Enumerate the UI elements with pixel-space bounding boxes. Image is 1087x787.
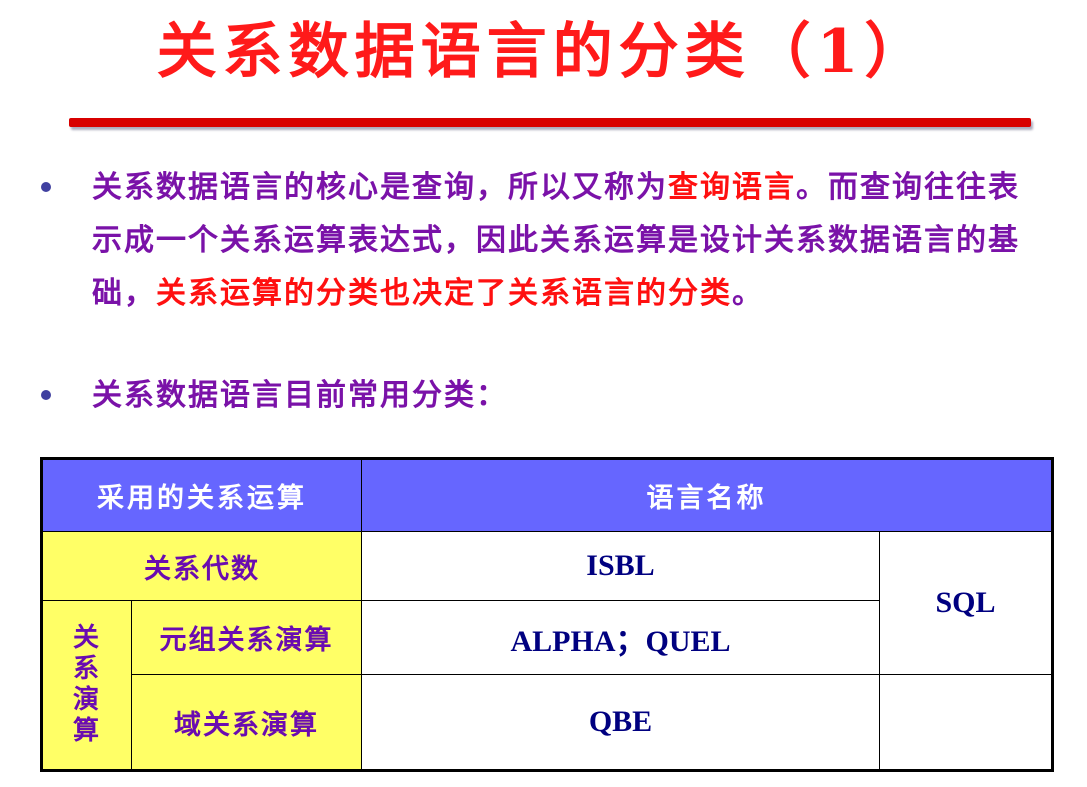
empty-cell	[879, 674, 1053, 771]
table-row: 关系代数 ISBL SQL	[41, 531, 1053, 675]
group-label-char: 算	[72, 716, 101, 746]
bullet-2-text: 关系数据语言目前常用分类：	[92, 378, 508, 413]
group-relational-calculus: 关 系 演 算	[41, 600, 132, 771]
group-label-char: 系	[72, 654, 101, 684]
bullet-dot-2	[41, 390, 51, 400]
group-label-char: 演	[72, 685, 101, 715]
operation-tuple-calculus: 元组关系演算	[131, 600, 362, 675]
operation-relational-algebra: 关系代数	[41, 531, 362, 601]
bullet-1-text-3: 。	[732, 276, 764, 311]
table-header-row: 采用的关系运算 语言名称	[41, 458, 1053, 532]
bullet-1-text-1: 关系数据语言的核心是查询，所以又称为	[92, 170, 668, 205]
language-alpha-quel: ALPHA；QUEL	[361, 600, 880, 675]
language-classification-table: 采用的关系运算 语言名称 关系代数 ISBL SQL 关 系 演 算 元组关系演…	[40, 457, 1054, 772]
operation-domain-calculus: 域关系演算	[131, 674, 362, 771]
header-language: 语言名称	[361, 458, 1053, 532]
header-operation: 采用的关系运算	[41, 458, 362, 532]
language-isbl: ISBL	[361, 531, 880, 601]
bullet-paragraph-1: 关系数据语言的核心是查询，所以又称为查询语言。而查询往往表示成一个关系运算表达式…	[92, 161, 1047, 320]
title-underline	[69, 118, 1031, 127]
bullet-1-highlight-2: 关系运算的分类也决定了关系语言的分类	[156, 276, 732, 311]
language-qbe: QBE	[361, 674, 880, 771]
table-row: 域关系演算 QBE	[42, 674, 1053, 771]
bullet-paragraph-2: 关系数据语言目前常用分类：	[92, 369, 1047, 422]
language-sql: SQL	[879, 531, 1053, 675]
group-label-char: 关	[72, 623, 101, 653]
slide-title: 关系数据语言的分类（1）	[156, 17, 931, 87]
bullet-1-highlight-1: 查询语言	[668, 170, 796, 205]
bullet-dot-1	[41, 182, 51, 192]
